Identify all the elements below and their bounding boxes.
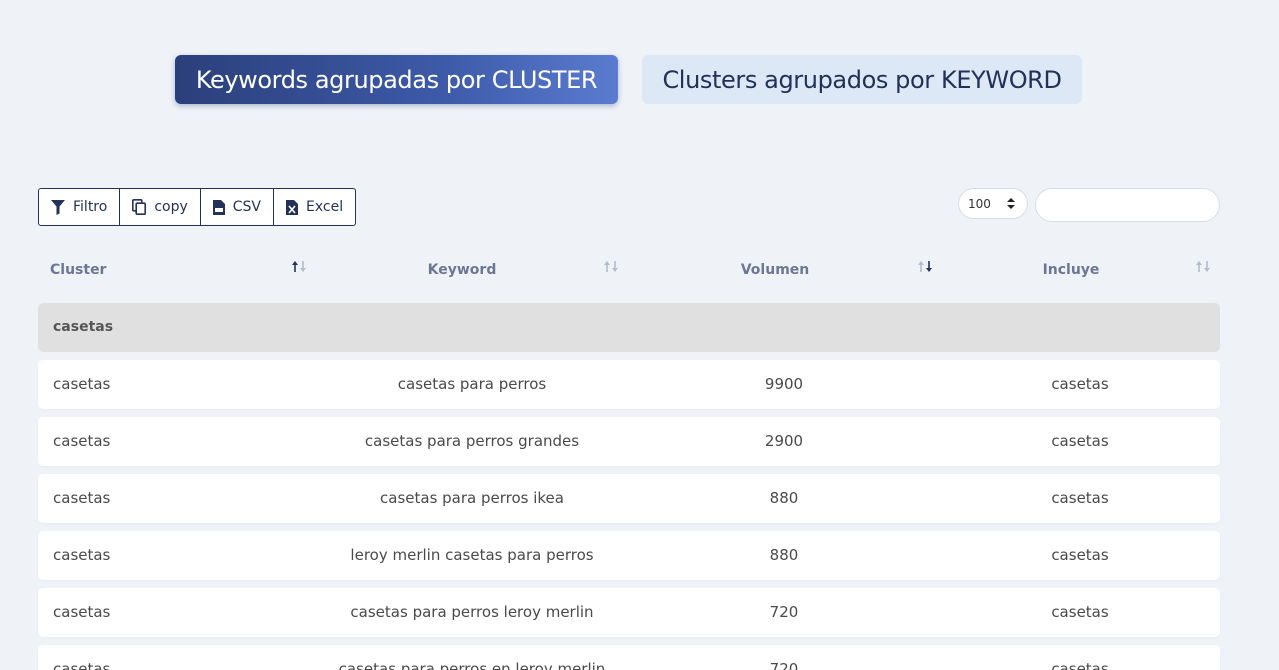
select-arrows-icon <box>1007 198 1015 209</box>
export-button-group: Filtro copy CSV Excel <box>38 188 357 226</box>
filter-button-label: Filtro <box>73 199 108 215</box>
copy-button-label: copy <box>154 199 188 215</box>
filter-button[interactable]: Filtro <box>39 189 121 225</box>
column-header-volumen[interactable]: Volumen <box>741 261 810 279</box>
table-group-row: casetas <box>38 303 1220 352</box>
cell-incluye: casetas <box>1051 660 1109 670</box>
table-row[interactable]: casetas casetas para perros 9900 casetas <box>38 360 1220 409</box>
table-row[interactable]: casetas casetas para perros grandes 2900… <box>38 417 1220 466</box>
table-row[interactable]: casetas casetas para perros leroy merlin… <box>38 588 1220 637</box>
cell-keyword: casetas para perros en leroy merlin <box>338 660 606 670</box>
excel-button-label: Excel <box>306 199 344 215</box>
copy-icon <box>132 199 147 215</box>
cell-incluye: casetas <box>1051 603 1109 621</box>
group-label: casetas <box>53 319 114 335</box>
table-row[interactable]: casetas leroy merlin casetas para perros… <box>38 531 1220 580</box>
cell-incluye: casetas <box>1051 546 1109 564</box>
cell-keyword: casetas para perros grandes <box>364 432 580 450</box>
column-header-cluster[interactable]: Cluster <box>50 261 106 279</box>
cell-cluster: casetas <box>53 546 111 564</box>
excel-file-icon <box>286 199 299 215</box>
tab-clusters-by-keyword[interactable]: Clusters agrupados por KEYWORD <box>642 55 1082 104</box>
sort-icon[interactable] <box>1195 260 1211 274</box>
cell-cluster: casetas <box>53 375 111 393</box>
cell-incluye: casetas <box>1051 432 1109 450</box>
cell-volumen: 880 <box>769 489 799 507</box>
filter-icon <box>51 199 65 215</box>
tab-keywords-by-cluster[interactable]: Keywords agrupadas por CLUSTER <box>175 55 618 104</box>
cell-keyword: leroy merlin casetas para perros <box>350 546 594 564</box>
cell-keyword: casetas para perros leroy merlin <box>350 603 594 621</box>
page-length-select[interactable]: 100 <box>958 188 1028 219</box>
cell-cluster: casetas <box>53 660 111 670</box>
cell-volumen: 720 <box>769 603 799 621</box>
csv-button[interactable]: CSV <box>201 189 275 225</box>
column-header-incluye[interactable]: Incluye <box>1043 261 1100 279</box>
cell-volumen: 9900 <box>764 375 804 393</box>
cell-incluye: casetas <box>1051 489 1109 507</box>
page-length-value: 100 <box>968 196 991 211</box>
cell-cluster: casetas <box>53 432 111 450</box>
cell-volumen: 880 <box>769 546 799 564</box>
cell-volumen: 720 <box>769 660 799 670</box>
cell-cluster: casetas <box>53 603 111 621</box>
column-header-keyword[interactable]: Keyword <box>428 261 497 279</box>
sort-desc-icon[interactable] <box>917 260 933 274</box>
cell-cluster: casetas <box>53 489 111 507</box>
cell-keyword: casetas para perros <box>397 375 547 393</box>
cell-volumen: 2900 <box>764 432 804 450</box>
sort-asc-icon[interactable] <box>291 260 307 274</box>
copy-button[interactable]: copy <box>120 189 201 225</box>
sort-icon[interactable] <box>603 260 619 274</box>
csv-button-label: CSV <box>232 199 262 215</box>
cell-incluye: casetas <box>1051 375 1109 393</box>
search-input[interactable] <box>1035 188 1220 222</box>
cell-keyword: casetas para perros ikea <box>380 489 564 507</box>
table-row[interactable]: casetas casetas para perros ikea 880 cas… <box>38 474 1220 523</box>
csv-file-icon <box>212 199 225 215</box>
table-row[interactable]: casetas casetas para perros en leroy mer… <box>38 645 1220 670</box>
excel-button[interactable]: Excel <box>274 189 355 225</box>
page: Keywords agrupadas por CLUSTER Clusters … <box>0 0 1279 670</box>
